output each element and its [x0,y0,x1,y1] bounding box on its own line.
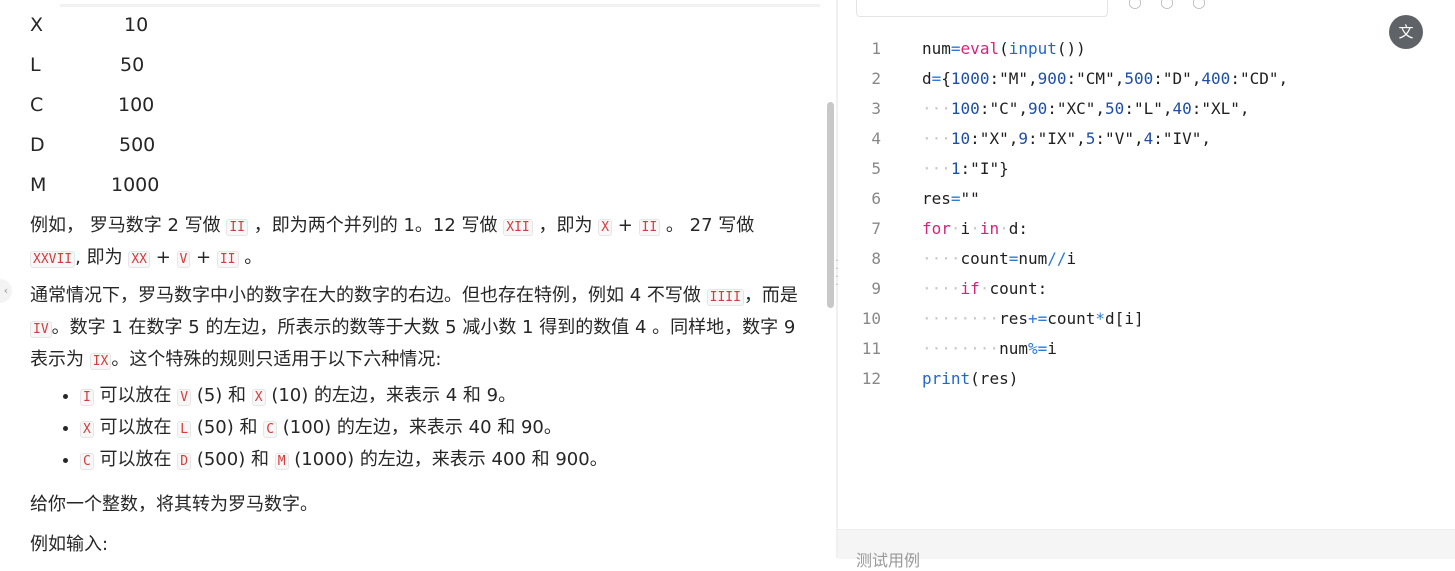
text: 可以放在 [93,449,178,470]
line-number: 9 [871,279,881,298]
line-number: 2 [871,69,881,88]
inline-code: XXVII [30,251,76,268]
symbol: L [30,54,41,76]
line-number: 4 [871,129,881,148]
inline-code: D [177,453,192,470]
inline-code: I [80,389,94,406]
symbol-value: 500 [119,134,156,156]
task-statement: 给你一个整数，将其转为罗马数字。 [30,494,318,515]
inline-code: XII [503,219,533,236]
text: 。这个特殊的规则只适用于以下六种情况: [111,349,442,370]
text: 例如， 罗马数字 2 写做 [30,215,227,236]
text: (10) 的左边，来表示 4 和 9。 [265,385,517,406]
language-selector[interactable] [856,0,1108,17]
test-case-tab[interactable]: 测试用例 [856,547,920,571]
rules-list: I 可以放在 V (5) 和 X (10) 的左边，来表示 4 和 9。 X 可… [30,381,836,477]
symbol-value: 100 [118,94,155,116]
text: 。 27 写做 [660,215,755,236]
line-number: 1 [871,39,881,58]
symbol: D [30,134,45,156]
text: ，即为 [532,215,599,236]
list-item: X 可以放在 L (50) 和 C (100) 的左边，来表示 40 和 90。 [80,413,836,445]
code-editor-panel: ○○○ 文 1 num=eval(input()) 2 d={1000:"M",90… [838,0,1455,558]
toolbar-icons: ○○○ [1128,0,1224,11]
top-divider [60,4,820,7]
inline-code: II [226,219,248,236]
list-item: C 可以放在 D (500) 和 M (1000) 的左边，来表示 400 和 … [80,445,836,477]
inline-code: V [177,389,192,406]
line-number: 3 [871,99,881,118]
settings-icon[interactable]: ○ [1128,0,1160,11]
inline-code: X [80,421,94,438]
special-case-paragraph: 通常情况下，罗马数字中小的数字在大的数字的右边。但也存在特例，例如 4 不写做 … [30,281,810,377]
inline-code: IIII [706,289,744,306]
example-paragraph: 例如， 罗马数字 2 写做 II ，即为两个并列的 1。12 写做 XII ，即… [30,211,810,275]
example-label: 例如输入: [30,534,109,555]
symbol: M [30,174,47,196]
symbol: C [30,94,44,116]
inline-code: IX [89,353,112,370]
text: + [612,215,639,236]
text: (100) 的左边，来表示 40 和 90。 [277,417,562,438]
symbol: X [30,14,44,36]
text: ，而是 [743,285,798,306]
inline-code: C [263,421,278,438]
symbol-value: 10 [124,14,149,36]
text: 可以放在 [93,385,178,406]
inline-code: C [80,453,94,470]
text: 通常情况下，罗马数字中小的数字在大的数字的右边。但也存在特例，例如 4 不写做 [30,285,707,306]
reset-icon[interactable]: ○ [1192,0,1224,11]
text: + [190,247,217,268]
inline-code: II [638,219,661,236]
text: + [149,247,177,268]
text: , 即为 [75,247,129,268]
symbol-value: 1000 [111,174,160,196]
inline-code: L [177,421,192,438]
inline-code: X [598,219,613,236]
text: 可以放在 [93,417,178,438]
line-number: 10 [861,309,881,328]
inline-code: X [251,389,266,406]
translate-icon[interactable]: 文 [1389,15,1423,49]
line-number: 11 [861,339,881,358]
test-case-panel[interactable]: 测试用例 [838,529,1455,570]
description-scrollbar[interactable] [827,102,834,308]
line-number: 7 [871,219,881,238]
text: ，即为两个并列的 1。12 写做 [248,215,504,236]
inline-code: XX [128,251,150,268]
line-number: 6 [871,189,881,208]
line-number: 12 [861,369,881,388]
text: (500) 和 [191,449,275,470]
text: (50) 和 [191,417,264,438]
inline-code: IV [30,321,52,338]
line-number: 8 [871,249,881,268]
inline-code: II [216,251,239,268]
braces-icon[interactable]: ○ [1160,0,1192,11]
inline-code: M [274,453,289,470]
text: 。 [238,247,263,268]
inline-code: V [176,251,191,268]
list-item: I 可以放在 V (5) 和 X (10) 的左边，来表示 4 和 9。 [80,381,836,413]
text: (5) 和 [191,385,252,406]
problem-description-panel: X 10 L 50 C 100 D 500 M 1000 例如， 罗马数字 2 … [0,0,836,558]
text: (1000) 的左边，来表示 400 和 900。 [288,449,608,470]
symbol-value: 50 [120,54,145,76]
collapse-arrow-icon[interactable]: ‹ [0,279,12,303]
line-number: 5 [871,159,881,178]
